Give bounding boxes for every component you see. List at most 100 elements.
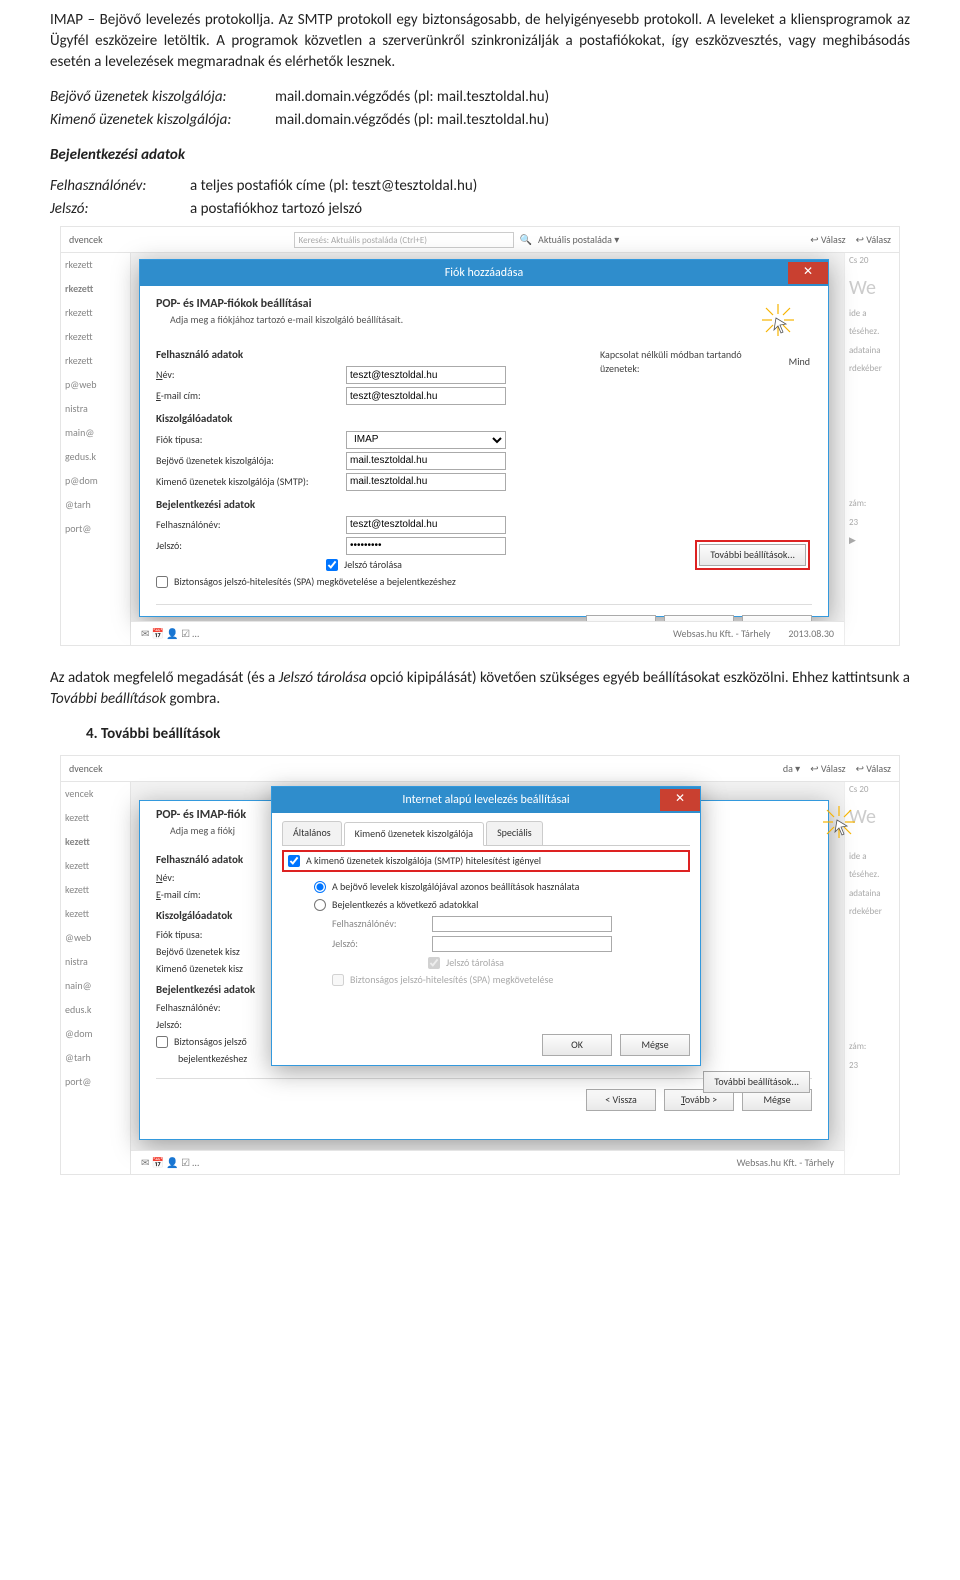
close-button-2[interactable]: ✕ [660, 789, 700, 811]
mid-paragraph: Az adatok megfelelő megadását (és a Jels… [50, 668, 910, 710]
list-item[interactable]: rkezett [61, 325, 130, 349]
back-button-2[interactable]: < Vissza [586, 1089, 656, 1111]
reply-button-3[interactable]: ↩ Válasz [810, 762, 845, 776]
outlook-footer: ✉ 📅 👤 ☑ … Websas.hu Kft. - Tárhely 2013.… [131, 621, 844, 645]
strip-text: ▶ [849, 535, 895, 548]
list-item[interactable]: port@ [61, 517, 130, 541]
list-item[interactable]: rkezett [61, 301, 130, 325]
list-item[interactable]: nain@ [61, 974, 130, 998]
list-item[interactable]: @dom [61, 1022, 130, 1046]
reply-button-4[interactable]: ↩ Válasz [856, 762, 891, 776]
list-item[interactable]: edus.k [61, 998, 130, 1022]
login-with-label: Bejelentkezés a következő adatokkal [332, 898, 478, 912]
outlook-folder-list-2: vencek kezett kezett kezett kezett kezet… [61, 782, 131, 1174]
account-type-select[interactable]: IMAP [346, 431, 506, 449]
list-item[interactable]: kezett [61, 830, 130, 854]
list-item[interactable]: kezett [61, 806, 130, 830]
username-field[interactable] [346, 516, 506, 534]
outgoing-row: Kimenő üzenetek kiszolgálója: mail.domai… [50, 110, 910, 131]
list-item[interactable]: p@web [61, 373, 130, 397]
email-field[interactable] [346, 387, 506, 405]
list-item[interactable]: main@ [61, 421, 130, 445]
same-settings-label: A bejövő levelek kiszolgálójával azonos … [332, 880, 579, 894]
add-account-dialog: Fiók hozzáadása ✕ POP- és IMAP-fiókok be… [139, 259, 829, 617]
smtp-save-pass-checkbox [428, 957, 440, 969]
search-icon: 🔍 [520, 233, 532, 247]
username-row: Felhasználónév: a teljes postafiók címe … [50, 176, 910, 197]
tab-advanced[interactable]: Speciális [486, 821, 543, 845]
internet-settings-dialog: Internet alapú levelezés beállításai ✕ Á… [271, 786, 701, 1066]
section-user: Felhasználó adatok [156, 347, 536, 362]
out-label: Kimenő üzenetek kiszolgálója (SMTP): [156, 475, 346, 489]
topbar-search: Keresés: Aktuális postaláda (Ctrl+E) 🔍 A… [113, 232, 801, 248]
list-item[interactable]: rkezett [61, 349, 130, 373]
password-value: a postafiókhoz tartozó jelszó [190, 199, 910, 220]
name-field[interactable] [346, 366, 506, 384]
list-item[interactable]: nistra [61, 950, 130, 974]
offline-label: Kapcsolat nélküli módban tartandó üzenet… [600, 348, 783, 376]
list-item[interactable]: kezett [61, 902, 130, 926]
tab-outgoing[interactable]: Kimenő üzenetek kiszolgálója [344, 822, 484, 846]
list-item[interactable]: port@ [61, 1070, 130, 1094]
outlook-topbar: dvencek Keresés: Aktuális postaláda (Ctr… [61, 227, 899, 253]
settings-tabs: Általános Kimenő üzenetek kiszolgálója S… [282, 821, 690, 846]
list-item[interactable]: kezett [61, 854, 130, 878]
outgoing-server-field[interactable] [346, 473, 506, 491]
strip-text: 23 [849, 517, 895, 530]
spa-checkbox-back[interactable] [156, 1036, 168, 1048]
username-label: Felhasználónév: [50, 176, 190, 197]
list-item[interactable]: kezett [61, 878, 130, 902]
outgoing-value: mail.domain.végződés (pl: mail.tesztolda… [275, 110, 910, 131]
incoming-value: mail.domain.végződés (pl: mail.tesztolda… [275, 87, 910, 108]
settings-title: Internet alapú levelezés beállításai [280, 792, 692, 809]
save-password-checkbox[interactable] [326, 559, 338, 571]
cancel-button-3[interactable]: Mégse [620, 1034, 690, 1056]
spa-checkbox[interactable] [156, 576, 168, 588]
step-4-heading: 4. További beállítások [86, 724, 910, 745]
login-with-radio[interactable] [314, 899, 326, 911]
more-settings-button[interactable]: További beállítások... [699, 544, 806, 566]
dialog-subdesc: Adja meg a fiókjához tartozó e-mail kisz… [170, 313, 812, 327]
offline-value: Mind [789, 355, 810, 369]
close-button[interactable]: ✕ [788, 262, 828, 284]
more-settings-button-back[interactable]: További beállítások... [703, 1071, 810, 1093]
topbar-left-2: dvencek [69, 762, 103, 776]
email-label: E-mail cím: [156, 389, 346, 403]
list-item[interactable]: rkezett [61, 277, 130, 301]
mailbox-dropdown[interactable]: Aktuális postaláda ▾ [538, 233, 619, 247]
list-item[interactable]: p@dom [61, 469, 130, 493]
list-item[interactable]: nistra [61, 397, 130, 421]
topbar-left: dvencek [69, 233, 103, 247]
cursor-star-icon-2 [819, 802, 859, 842]
smtp-pass-field [432, 936, 612, 952]
reply-button-2[interactable]: ↩ Válasz [856, 233, 891, 247]
name-label: NNév:év: [156, 368, 346, 382]
ok-button[interactable]: OK [542, 1034, 612, 1056]
list-item[interactable]: @web [61, 926, 130, 950]
tab-general[interactable]: Általános [282, 821, 342, 845]
list-item[interactable]: @tarh [61, 1046, 130, 1070]
search-input[interactable]: Keresés: Aktuális postaláda (Ctrl+E) [294, 232, 514, 248]
list-item[interactable]: rkezett [61, 253, 130, 277]
password-label: Jelszó: [50, 199, 190, 220]
pass-label: Jelszó: [156, 539, 346, 553]
cursor-star-icon [758, 300, 798, 340]
incoming-server-field[interactable] [346, 452, 506, 470]
offline-settings: Kapcsolat nélküli módban tartandó üzenet… [600, 348, 810, 382]
password-field[interactable] [346, 537, 506, 555]
list-item[interactable]: gedus.k [61, 445, 130, 469]
in-label: Bejövő üzenetek kiszolgálója: [156, 454, 346, 468]
outlook-topbar-2: dvencek da ▾ ↩ Válasz ↩ Válasz [61, 756, 899, 782]
smtp-user-field [432, 916, 612, 932]
dialog-titlebar: Fiók hozzáadása ✕ [140, 260, 828, 286]
dialog-subtitle: POP- és IMAP-fiókok beállításai [156, 296, 812, 313]
reply-button-1[interactable]: ↩ Válasz [810, 233, 845, 247]
highlight-box: További beállítások... [695, 540, 810, 570]
list-item[interactable]: @tarh [61, 493, 130, 517]
smtp-auth-checkbox[interactable] [288, 855, 300, 867]
intro-paragraph: IMAP – Bejövő levelezés protokollja. Az … [50, 10, 910, 73]
strip-text: zám: [849, 498, 895, 511]
list-item[interactable]: vencek [61, 782, 130, 806]
strip-text: adataina [849, 345, 895, 358]
same-settings-radio[interactable] [314, 881, 326, 893]
